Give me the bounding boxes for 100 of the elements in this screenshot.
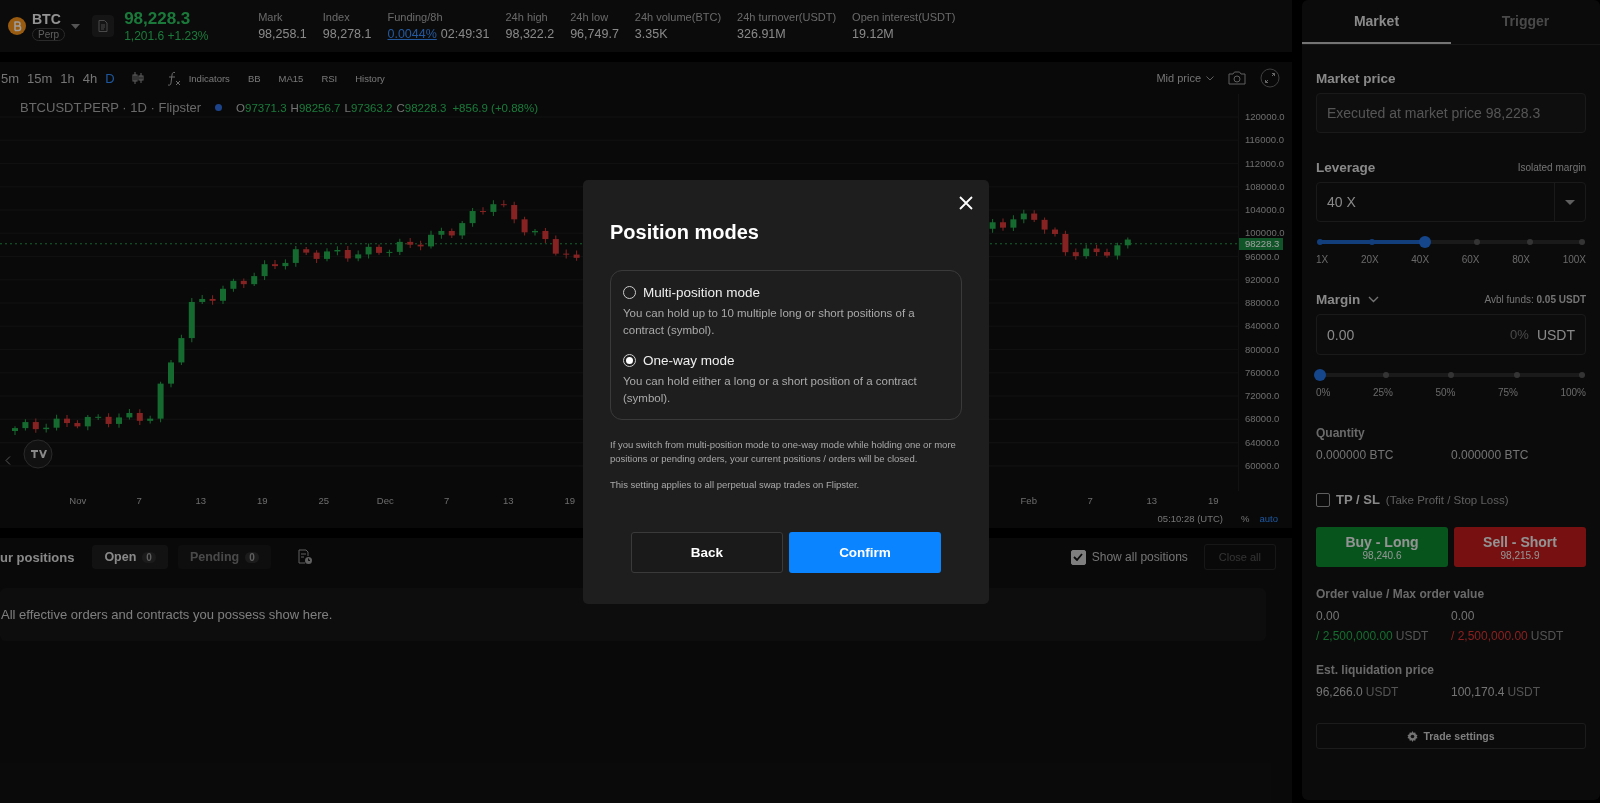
date-axis-label: 19 (563, 494, 577, 506)
slider-thumb[interactable] (1314, 369, 1326, 381)
candlestick (178, 334, 185, 366)
interval-tab[interactable]: 1h (60, 70, 75, 86)
stat-value: 96,749.7 (570, 27, 619, 41)
show-all-checkbox[interactable] (1070, 549, 1086, 565)
candlestick (490, 199, 497, 217)
slider-tick-label: 50% (1435, 387, 1456, 398)
indicator-button[interactable]: RSI (321, 72, 338, 84)
candlestick (428, 230, 434, 249)
currency-unit: USDT (1530, 629, 1564, 643)
indicator-button[interactable]: Indicators (188, 72, 230, 84)
candlestick (32, 418, 39, 434)
candlestick (376, 244, 382, 256)
date-axis-label: 19 (255, 494, 269, 506)
candlestick (469, 207, 476, 228)
sell-short-button[interactable]: Sell - Short 98,215.9 (1454, 527, 1586, 567)
camera-icon[interactable] (1228, 71, 1246, 85)
order-type-tab[interactable]: Market (1302, 0, 1451, 44)
show-all-label: Show all positions (1091, 550, 1188, 564)
candlestick (188, 297, 195, 343)
caret-icon[interactable] (71, 23, 81, 29)
stat-value: 02:49:31 (440, 27, 490, 41)
funding-rate-link[interactable]: 0.0044% (387, 27, 437, 41)
price-axis-label: 104000.0 (1245, 204, 1286, 217)
available-funds: Avbl funds: 0.05 USDT (1484, 294, 1586, 305)
indicator-button[interactable]: MA15 (278, 72, 304, 84)
price-axis-label: 112000.0 (1245, 157, 1285, 170)
interval-tab[interactable]: 4h (82, 70, 98, 86)
slider-tick-label: 1X (1316, 254, 1329, 265)
candlestick (251, 272, 258, 287)
stat-value: 98,258.1 (258, 27, 307, 41)
option-label[interactable]: Multi-position mode (643, 285, 761, 300)
chevron-down-icon[interactable] (1368, 296, 1380, 303)
candlestick-icon[interactable] (130, 71, 145, 85)
candlestick (147, 415, 154, 424)
order-value-label: Order value / Max order value (1316, 587, 1486, 601)
currency-unit: USDT (1395, 629, 1429, 643)
candlestick (1010, 214, 1017, 232)
max-order-value: / 2,500,000.00 (1451, 629, 1528, 643)
stat-label: Index (322, 11, 351, 23)
document-clock-icon[interactable] (296, 549, 313, 565)
interval-tab[interactable]: 5m (1, 70, 20, 86)
price-source-dropdown[interactable]: Mid price (1156, 72, 1214, 84)
date-axis-label: 7 (135, 494, 143, 506)
indicator-button[interactable]: BB (247, 72, 261, 84)
slider-tick-label: 80X (1512, 254, 1530, 265)
scale-button[interactable]: auto (1259, 513, 1278, 524)
candlestick (43, 423, 50, 434)
price-axis-label: 76000.0 (1245, 366, 1281, 379)
expand-icon[interactable] (1260, 68, 1280, 88)
date-axis-label: 7 (443, 494, 451, 506)
gear-icon (1407, 730, 1419, 742)
price-axis-label: 72000.0 (1245, 390, 1281, 403)
trade-settings-button[interactable]: Trade settings (1316, 723, 1586, 749)
stat-value: 326.91M (737, 27, 786, 41)
document-button[interactable] (92, 15, 115, 37)
function-icon[interactable] (166, 70, 181, 86)
date-axis-label: 13 (194, 494, 208, 506)
candlestick (355, 250, 362, 262)
chevron-down-icon (1206, 75, 1214, 81)
price-change: 1,201.6 +1.23% (124, 29, 210, 43)
scale-button[interactable]: % (1241, 513, 1250, 524)
candlestick (365, 243, 372, 259)
candlestick (511, 201, 518, 224)
candlestick (168, 359, 174, 388)
candlestick (53, 414, 60, 432)
positions-title: ur positions (0, 549, 75, 565)
leverage-select[interactable]: 40 X (1316, 182, 1586, 222)
candlestick (95, 413, 102, 421)
interval-tab[interactable]: 15m (27, 70, 53, 86)
option-label[interactable]: One-way mode (643, 353, 735, 368)
candlestick (552, 234, 559, 256)
candlestick (417, 240, 424, 251)
logo-icon[interactable] (23, 439, 53, 469)
close-icon[interactable] (958, 195, 974, 211)
candlestick (84, 414, 91, 431)
tp-sl-hint: (Take Profit / Stop Loss) (1385, 493, 1509, 506)
stat-label: 24h low (570, 11, 610, 23)
candlestick (64, 414, 70, 428)
candlestick (521, 216, 528, 237)
caret-down-icon (1565, 199, 1575, 205)
date-axis-label: Feb (1019, 494, 1038, 506)
back-button[interactable]: Back (631, 532, 783, 573)
ohlc-value: 97363.2 (350, 101, 393, 114)
positions-tab[interactable]: Open 0 (92, 545, 168, 569)
interval-tab[interactable]: D (105, 70, 115, 86)
stat-label: Open interest(USDT) (852, 11, 956, 23)
slider-tick-label: 25% (1372, 387, 1393, 398)
positions-tab[interactable]: Pending 0 (177, 545, 271, 569)
confirm-button[interactable]: Confirm (789, 532, 941, 573)
market-price-label: Market price (1316, 71, 1397, 86)
buy-long-button[interactable]: Buy - Long 98,240.6 (1316, 527, 1448, 567)
slider-thumb[interactable] (1418, 236, 1431, 248)
tp-sl-checkbox[interactable] (1316, 492, 1330, 507)
liquidation-price: 96,266.0 (1316, 685, 1363, 699)
margin-input[interactable]: 0.00 0% USDT (1316, 314, 1586, 355)
slider-tick-label: 75% (1497, 387, 1518, 398)
indicator-button[interactable]: History (355, 72, 385, 84)
ohlc-key: H (290, 101, 299, 114)
